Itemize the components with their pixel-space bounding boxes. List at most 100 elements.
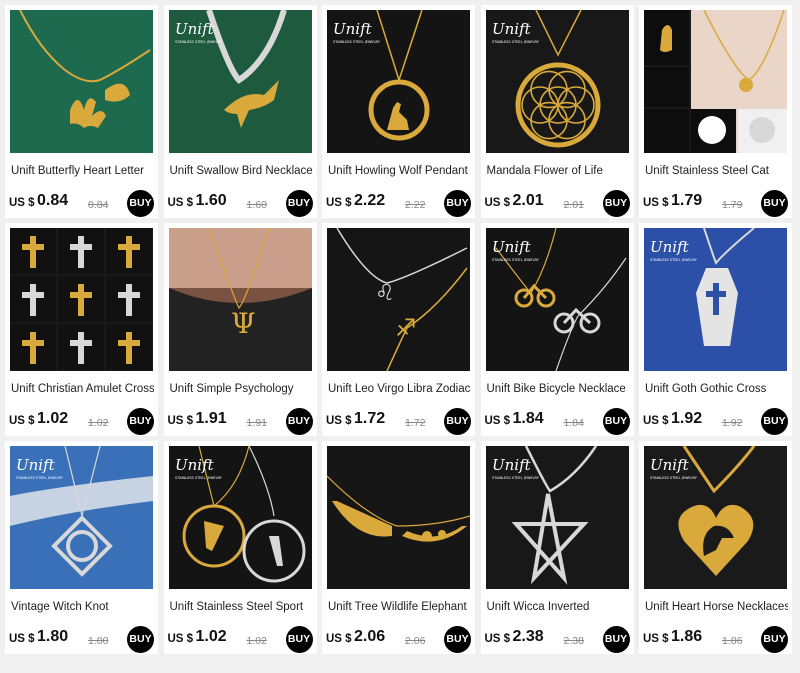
product-title[interactable]: Unift Heart Horse Necklaces bbox=[645, 601, 788, 613]
current-price: 0.84 bbox=[37, 192, 69, 209]
product-image[interactable] bbox=[10, 10, 153, 153]
product-card[interactable]: Unift STAINLESS STEEL JEWELRY Unift Howlin… bbox=[322, 5, 475, 218]
buy-button[interactable]: BUY bbox=[285, 626, 313, 653]
product-card[interactable]: ♌ ♐ Unift Leo Virgo Libra Zodiac US $1.72 1.… bbox=[322, 223, 475, 436]
product-title[interactable]: Unift Leo Virgo Libra Zodiac bbox=[328, 383, 471, 395]
original-price: 2.22 bbox=[405, 199, 426, 211]
product-card[interactable]: Unift Butterfly Heart Letter US $0.84 0.84… bbox=[5, 5, 158, 218]
buy-button[interactable]: BUY bbox=[127, 190, 154, 217]
brand-tagline: STAINLESS STEEL JEWELRY bbox=[492, 40, 540, 44]
original-price: 1.84 bbox=[563, 417, 584, 429]
product-card[interactable]: Unift Christian Amulet Cross US $1.02 1.02… bbox=[5, 223, 158, 436]
price-row: US $2.06 2.06 BUY bbox=[326, 626, 471, 654]
product-image[interactable]: Unift STAINLESS STEEL JEWELRY bbox=[485, 10, 629, 153]
product-title[interactable]: Unift Goth Gothic Cross bbox=[645, 383, 788, 395]
buy-button[interactable]: BUY bbox=[761, 626, 788, 653]
buy-button[interactable]: BUY bbox=[127, 626, 154, 653]
currency-label: US $ bbox=[643, 197, 669, 209]
brand-tagline: STAINLESS STEEL JEWELRY bbox=[650, 476, 698, 480]
original-price: 1.91 bbox=[246, 417, 267, 429]
buy-button[interactable]: BUY bbox=[285, 190, 313, 217]
svg-text:♐: ♐ bbox=[395, 314, 417, 342]
current-price: 1.60 bbox=[195, 192, 227, 209]
current-price: 1.91 bbox=[195, 410, 227, 427]
product-title[interactable]: Mandala Flower of Life bbox=[487, 165, 630, 177]
product-image[interactable] bbox=[644, 10, 787, 153]
brand-logo: Unift bbox=[175, 20, 215, 38]
price-row: US $1.92 1.92 BUY bbox=[643, 408, 788, 436]
price-row: US $1.02 1.02 BUY bbox=[168, 626, 313, 654]
price-row: US $1.60 1.60 BUY bbox=[168, 190, 313, 218]
current-price: 1.92 bbox=[671, 410, 703, 427]
currency-label: US $ bbox=[643, 633, 669, 645]
original-price: 1.72 bbox=[405, 417, 426, 429]
original-price: 1.02 bbox=[88, 417, 109, 429]
product-image[interactable]: Unift STAINLESS STEEL JEWELRY bbox=[168, 10, 312, 153]
buy-button[interactable]: BUY bbox=[602, 190, 630, 217]
product-title[interactable]: Unift Bike Bicycle Necklace bbox=[487, 383, 630, 395]
product-image[interactable]: Unift STAINLESS STEEL JEWELRY bbox=[644, 446, 787, 589]
buy-button[interactable]: BUY bbox=[127, 408, 154, 435]
buy-button[interactable]: BUY bbox=[444, 190, 471, 217]
product-title[interactable]: Vintage Witch Knot bbox=[11, 601, 154, 613]
currency-label: US $ bbox=[326, 197, 352, 209]
buy-button[interactable]: BUY bbox=[761, 408, 788, 435]
product-image[interactable]: Unift STAINLESS STEEL JEWELRY bbox=[10, 446, 153, 589]
currency-label: US $ bbox=[9, 197, 35, 209]
product-title[interactable]: Unift Howling Wolf Pendant bbox=[328, 165, 471, 177]
product-card[interactable]: Unift STAINLESS STEEL JEWELRY Unift Stainl… bbox=[163, 441, 317, 654]
product-image[interactable]: Ψ bbox=[168, 228, 312, 371]
product-image[interactable] bbox=[10, 228, 153, 371]
original-price: 1.60 bbox=[246, 199, 267, 211]
price-row: US $1.79 1.79 BUY bbox=[643, 190, 788, 218]
product-title[interactable]: Unift Butterfly Heart Letter bbox=[11, 165, 154, 177]
product-card[interactable]: Ψ Unift Simple Psychology US $1.91 1.91 BUY bbox=[163, 223, 317, 436]
product-image[interactable]: Unift STAINLESS STEEL JEWELRY bbox=[168, 446, 312, 589]
product-card[interactable]: Unift STAINLESS STEEL JEWELRY Unift Heart … bbox=[639, 441, 792, 654]
product-card[interactable]: Unift STAINLESS STEEL JEWELRY Unift Swallo… bbox=[163, 5, 317, 218]
buy-button[interactable]: BUY bbox=[602, 408, 630, 435]
product-title[interactable]: Unift Simple Psychology bbox=[170, 383, 313, 395]
brand-logo: Unift bbox=[175, 456, 215, 474]
product-image[interactable]: Unift STAINLESS STEEL JEWELRY bbox=[485, 446, 629, 589]
product-title[interactable]: Unift Wicca Inverted bbox=[487, 601, 630, 613]
product-image[interactable]: ♌ ♐ bbox=[327, 228, 470, 371]
product-card[interactable]: Unift Stainless Steel Cat US $1.79 1.79 BUY bbox=[639, 5, 792, 218]
original-price: 1.80 bbox=[88, 635, 109, 647]
original-price: 1.79 bbox=[722, 199, 743, 211]
buy-button[interactable]: BUY bbox=[444, 626, 471, 653]
currency-label: US $ bbox=[326, 633, 352, 645]
product-title[interactable]: Unift Stainless Steel Sport bbox=[170, 601, 313, 613]
original-price: 2.01 bbox=[563, 199, 584, 211]
product-image[interactable]: Unift STAINLESS STEEL JEWELRY bbox=[644, 228, 787, 371]
price-row: US $1.84 1.84 BUY bbox=[485, 408, 630, 436]
brand-logo: Unift bbox=[492, 20, 532, 38]
product-title[interactable]: Unift Swallow Bird Necklace bbox=[170, 165, 313, 177]
brand-logo: Unift bbox=[650, 238, 690, 256]
brand-tagline: STAINLESS STEEL JEWELRY bbox=[175, 476, 223, 480]
buy-button[interactable]: BUY bbox=[444, 408, 471, 435]
currency-label: US $ bbox=[484, 197, 511, 209]
brand-tagline: STAINLESS STEEL JEWELRY bbox=[650, 258, 698, 262]
brand-logo: Unift bbox=[492, 456, 532, 474]
product-card[interactable]: Unift STAINLESS STEEL JEWELRY Vintage Witc… bbox=[5, 441, 158, 654]
product-card[interactable]: Unift STAINLESS STEEL JEWELRY Unift Goth G… bbox=[639, 223, 792, 436]
product-title[interactable]: Unift Stainless Steel Cat bbox=[645, 165, 788, 177]
original-price: 1.92 bbox=[722, 417, 743, 429]
product-image[interactable]: Unift STAINLESS STEEL JEWELRY bbox=[327, 10, 470, 153]
current-price: 1.79 bbox=[671, 192, 703, 209]
product-card[interactable]: Unift STAINLESS STEEL JEWELRY Unift Bike B… bbox=[480, 223, 634, 436]
buy-button[interactable]: BUY bbox=[602, 626, 630, 653]
product-card[interactable]: Unift STAINLESS STEEL JEWELRY Mandala Flow… bbox=[480, 5, 634, 218]
brand-tagline: STAINLESS STEEL JEWELRY bbox=[492, 476, 540, 480]
product-card[interactable]: Unift STAINLESS STEEL JEWELRY Unift Wicca … bbox=[480, 441, 634, 654]
product-title[interactable]: Unift Tree Wildlife Elephant bbox=[328, 601, 471, 613]
product-image[interactable] bbox=[327, 446, 470, 589]
product-title[interactable]: Unift Christian Amulet Cross bbox=[11, 383, 154, 395]
original-price: 0.84 bbox=[88, 199, 109, 211]
buy-button[interactable]: BUY bbox=[761, 190, 788, 217]
product-image[interactable]: Unift STAINLESS STEEL JEWELRY bbox=[485, 228, 629, 371]
product-card[interactable]: Unift Tree Wildlife Elephant US $2.06 2.06… bbox=[322, 441, 475, 654]
buy-button[interactable]: BUY bbox=[285, 408, 313, 435]
price-row: US $0.84 0.84 BUY bbox=[9, 190, 154, 218]
